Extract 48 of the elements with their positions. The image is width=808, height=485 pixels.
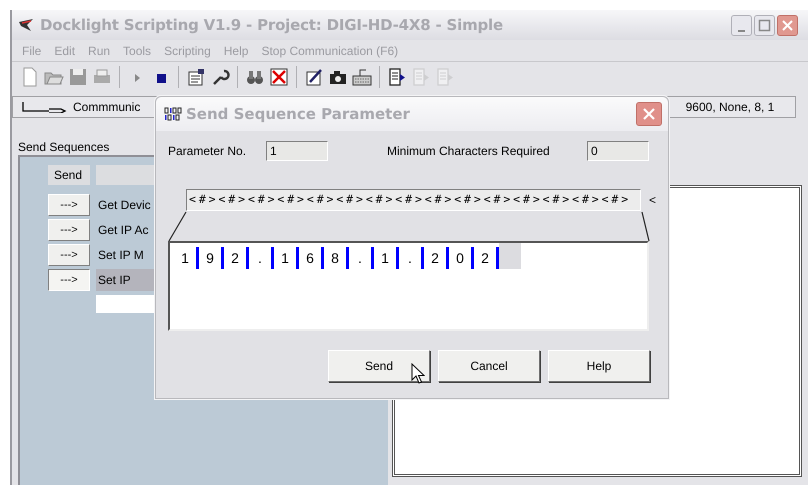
close-button[interactable] <box>777 14 798 36</box>
character-cell: . <box>249 247 274 269</box>
connection-label: Commmunic <box>73 99 140 116</box>
dialog-title: Send Sequence Parameter <box>186 104 410 125</box>
character-cell: 2 <box>424 247 449 269</box>
character-cell: 1 <box>274 247 299 269</box>
maximize-button[interactable] <box>754 14 775 36</box>
cursor-cell <box>499 243 521 269</box>
parameter-number-field[interactable]: 1 <box>266 141 328 161</box>
character-cell: 0 <box>449 247 474 269</box>
scroll-indicator: < <box>649 192 656 209</box>
character-cell: 1 <box>174 247 199 269</box>
parameter-mask: <#><#><#><#><#><#><#><#><#><#><#><#><#><#><#> <box>186 189 641 211</box>
character-cell: 1 <box>374 247 399 269</box>
send-button[interactable]: ---> <box>48 269 90 291</box>
send-button[interactable]: ---> <box>48 244 90 266</box>
document-icon[interactable] <box>387 67 407 87</box>
send-button[interactable]: ---> <box>48 194 90 216</box>
keyboard-icon[interactable] <box>352 67 372 87</box>
delete-icon[interactable] <box>269 67 289 87</box>
edit-document-icon[interactable] <box>304 67 324 87</box>
column-header: Send <box>48 165 90 185</box>
character-cell: 2 <box>224 247 249 269</box>
disk-icon[interactable] <box>68 67 88 87</box>
binary-digits-icon <box>164 106 182 122</box>
character-cell: 6 <box>299 247 324 269</box>
section-title: Send Sequences <box>18 139 110 156</box>
character-cell: . <box>349 247 374 269</box>
send-button[interactable]: ---> <box>48 219 90 241</box>
minimum-characters-field[interactable]: 0 <box>587 141 649 161</box>
cable-icon <box>21 101 67 113</box>
character-cell: . <box>399 247 424 269</box>
field-label: Parameter No. <box>168 143 248 160</box>
dialog-button[interactable]: Help <box>548 350 650 382</box>
parameter-input-field[interactable]: 1 9 2 . 1 6 8 . 1 . 2 0 2 <box>168 241 649 331</box>
close-icon <box>641 106 657 122</box>
close-button[interactable] <box>636 102 662 126</box>
minimize-button[interactable] <box>731 14 752 36</box>
character-cell: 9 <box>199 247 224 269</box>
minimize-icon <box>738 30 745 32</box>
dialog-button[interactable]: Send <box>328 350 430 382</box>
field-label: Minimum Characters Required <box>387 143 551 160</box>
app-logo-icon <box>18 18 34 32</box>
character-cell: 8 <box>324 247 349 269</box>
dialog-button[interactable]: Cancel <box>438 350 540 382</box>
window-title: Docklight Scripting V1.9 - Project: DIGI-HD-4X8 - Simple <box>40 14 503 36</box>
mouse-pointer-icon <box>411 363 425 385</box>
properties-icon[interactable] <box>186 67 206 87</box>
